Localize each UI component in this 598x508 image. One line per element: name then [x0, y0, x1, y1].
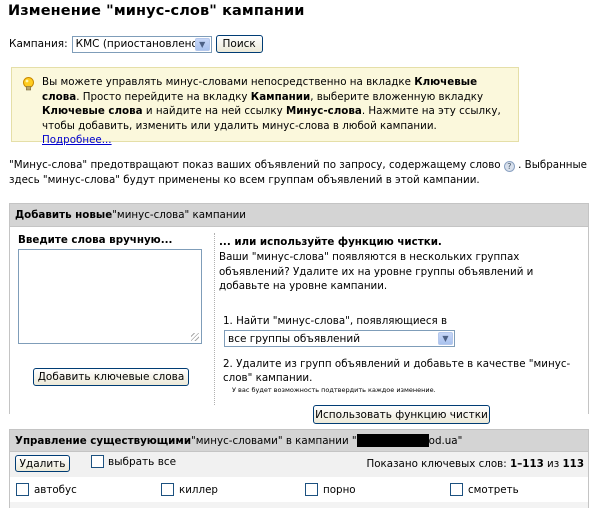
tip-text-2: . Просто перейдите на вкладку [76, 90, 251, 103]
keyword-checkbox[interactable] [305, 483, 318, 496]
manual-entry-title: Введите слова вручную... [18, 234, 173, 246]
add-negative-panel: Добавить новые "минус-слова" кампании Вв… [9, 203, 589, 424]
step-1-label: 1. Найти "минус-слова", появляющиеся в [223, 315, 448, 327]
cleanup-title: ... или используйте функцию чистки. [219, 236, 442, 248]
tip-bold-campaigns: Кампании [250, 90, 311, 103]
more-link[interactable]: Подробнее... [42, 134, 112, 146]
add-panel-header: Добавить новые "минус-слова" кампании [10, 204, 588, 227]
keyword-checkbox[interactable] [450, 483, 463, 496]
tip-text-3: , выберите вложенную вкладку [310, 90, 484, 103]
shown-total: 113 [562, 458, 585, 470]
delete-button[interactable]: Удалить [15, 455, 70, 472]
tip-box: Вы можете управлять минус-словами непоср… [11, 67, 519, 146]
campaign-row: Кампания: КМС (приостановлено) ▼ Поиск [9, 35, 263, 53]
panel-divider [214, 233, 215, 405]
campaign-select[interactable]: КМС (приостановлено) ▼ [71, 35, 212, 53]
adgroup-scope-value: все группы объявлений [228, 332, 361, 345]
select-all[interactable]: выбрать все [91, 455, 176, 468]
keyword-label: порно [323, 483, 356, 496]
resize-grip-icon[interactable] [191, 333, 199, 341]
manage-head-bold: Управление существующими [15, 434, 192, 447]
keyword-item[interactable]: смотреть [450, 483, 519, 496]
campaign-select-value: КМС (приостановлено) [75, 38, 203, 50]
keyword-label: смотреть [468, 483, 519, 496]
shown-range: 1–113 [509, 458, 544, 470]
keyword-item[interactable]: порно [305, 483, 356, 496]
manage-head-end: " [457, 434, 463, 447]
keyword-checkbox[interactable] [16, 483, 29, 496]
tip-bold-keywords-2: Ключевые слова [42, 105, 143, 117]
keyword-label: киллер [179, 483, 218, 496]
tip-text-4: и найдите на ней ссылку [142, 105, 286, 117]
shown-prefix: Показано ключевых слов: [366, 458, 510, 470]
step-2-note: У вас будет возможность подтвердить кажд… [232, 386, 436, 394]
shown-of: из [543, 458, 563, 470]
campaign-label: Кампания: [9, 38, 68, 50]
adgroup-scope-select[interactable]: все группы объявлений ▼ [224, 330, 455, 347]
cleanup-description: Ваши "минус-слова" появляются в нескольк… [219, 251, 534, 292]
add-panel-head-bold: Добавить новые [15, 209, 113, 221]
page-title: Изменение "минус-слов" кампании [8, 3, 305, 19]
redacted-block [356, 434, 429, 447]
keyword-item[interactable]: автобус [16, 483, 77, 496]
chevron-down-icon: ▼ [438, 332, 453, 345]
shown-count: Показано ключевых слов: 1–113 из 113 [367, 458, 585, 470]
step-2-label: 2. Удалите из групп объявлений и добавьт… [223, 358, 571, 384]
select-all-label: выбрать все [108, 455, 177, 468]
add-panel-body: Введите слова вручную... Добавить ключев… [10, 227, 588, 424]
tip-bold-negative: Минус-слова [285, 105, 362, 117]
intro-part-1: "Минус-слова" предотвращают показ ваших … [9, 159, 501, 171]
keywords-textarea[interactable] [18, 249, 202, 344]
lightbulb-icon [23, 77, 34, 91]
add-panel-head-rest: "минус-слова" кампании [112, 209, 246, 221]
manage-head-mid: "минус-словами" в кампании " [191, 434, 357, 447]
keyword-checkbox[interactable] [161, 483, 174, 496]
search-button[interactable]: Поиск [215, 35, 263, 53]
help-icon[interactable]: ? [503, 161, 515, 172]
manage-toolbar: Удалить выбрать все Показано ключевых сл… [10, 452, 588, 477]
keyword-label: автобус [34, 483, 77, 496]
keyword-row: автобус киллер порно смотреть [10, 477, 588, 502]
use-cleanup-button[interactable]: Использовать функцию чистки [313, 405, 490, 424]
manage-negative-panel: Управление существующими "минус-словами"… [9, 429, 589, 508]
manage-panel-header: Управление существующими "минус-словами"… [10, 430, 588, 452]
select-all-checkbox[interactable] [91, 455, 104, 468]
keyword-item[interactable]: киллер [161, 483, 218, 496]
chevron-down-icon: ▼ [194, 37, 210, 51]
tip-text-1: Вы можете управлять минус-словами непоср… [42, 76, 415, 88]
manage-head-domain: od.ua [428, 434, 458, 447]
intro-text: "Минус-слова" предотвращают показ ваших … [9, 158, 594, 188]
add-keywords-button[interactable]: Добавить ключевые слова [33, 368, 189, 386]
